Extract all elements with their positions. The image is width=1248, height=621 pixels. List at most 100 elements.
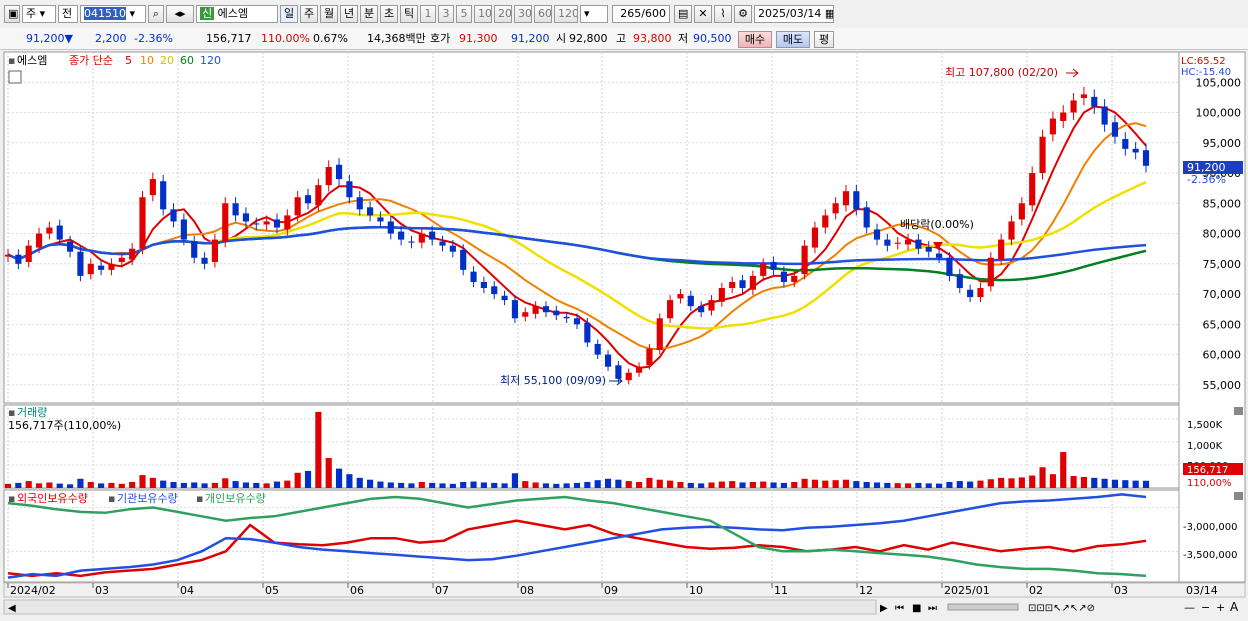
interval-30[interactable]: 30 [514,5,532,23]
count-input[interactable]: 265/600 [612,5,670,23]
volume-bar [35,483,43,488]
zoom-in-icon[interactable]: A [1230,600,1239,614]
volume-bar [501,483,508,488]
table-toggle-icon[interactable] [8,70,22,84]
first-icon[interactable]: ⏮ [895,603,904,614]
lc-label: LC:65.52 [1181,56,1226,67]
gear-icon[interactable]: ⚙ [734,5,752,23]
avg-button[interactable]: 평 [814,31,834,48]
volume-panel [3,404,1180,489]
candle-body [304,195,312,204]
candle-body [739,280,746,289]
legend-ma10: 10 [140,54,154,67]
candle-body [418,233,425,243]
buy-button[interactable]: 매수 [738,31,772,48]
candle-body [46,227,53,234]
candle-body [398,231,405,240]
crosshair-icon[interactable]: ✕ [694,5,712,23]
candle-body [729,281,736,289]
chart-icon[interactable]: ⌇ [714,5,732,23]
interval-10[interactable]: 10 [474,5,492,23]
indicator-icon[interactable]: ▤ [674,5,692,23]
interval-3[interactable]: 3 [438,5,454,23]
sell-button[interactable]: 매도 [776,31,810,48]
candle-body [118,257,125,262]
interval-custom-select[interactable]: ▾ [580,5,608,23]
price-group: 91,200▼ [26,31,73,47]
price-panel [3,51,1180,404]
volume-bar [946,482,953,488]
minus-icon[interactable]: − [1201,601,1210,614]
volume-bar [1049,474,1056,488]
legend-individual: 개인보유수량 [205,492,266,505]
date-input[interactable]: 2025/03/14 ▦ [754,5,834,23]
period-minute[interactable]: 분 [360,5,378,23]
price-tick-label: 70,000 [1203,288,1242,301]
volume-bar [656,479,663,488]
volume-bar [708,482,715,488]
volume-bar [863,482,870,488]
volume-bar [729,481,736,488]
interval-60[interactable]: 60 [534,5,552,23]
window-menu-icon[interactable]: ▣ [4,5,20,23]
holdings-panel-close-icon[interactable] [1234,492,1243,500]
zoom-slider[interactable] [947,603,1019,611]
open-label: 시 [556,32,567,45]
search-icon[interactable]: ⌕ [148,5,164,23]
volume-bar [791,482,798,488]
period-second[interactable]: 초 [380,5,398,23]
volume-bar [480,482,487,488]
quote-turnover: 0.67% [313,32,348,45]
candle-body [1008,221,1015,240]
quote-bid: 91,200 [511,32,550,45]
code-input[interactable]: 041510 ▾ [80,5,146,23]
period-month[interactable]: 월 [320,5,338,23]
price-tick-label: 80,000 [1203,228,1242,241]
candle-body [967,289,974,298]
scroll-left-icon[interactable]: ◀ [8,603,16,614]
candle-body [573,318,581,325]
interval-5[interactable]: 5 [456,5,472,23]
interval-1[interactable]: 1 [420,5,436,23]
tool-icons[interactable]: ⊡⊡⊡↖↗↖↗⊘ [1028,603,1095,614]
volume-panel-close-icon[interactable] [1234,407,1243,415]
candle-body [491,286,498,295]
volume-tick-1500k: 1,500K [1187,420,1223,431]
volume-bar [1080,476,1088,488]
scrollbar-track[interactable] [3,599,877,615]
legend-ma5: 5 [125,54,132,67]
period-week[interactable]: 주 [300,5,318,23]
volume-bar [263,483,270,488]
volume-bar [853,481,860,488]
market-select[interactable]: 주 ▾ [22,5,56,23]
volume-bar [294,472,301,488]
holdings-legend-icon-2: ▪ [108,492,115,505]
candle-body [718,288,725,302]
candle-body [242,213,250,222]
candle-body [832,203,839,214]
plus-small-icon[interactable]: + [1216,601,1225,614]
period-day[interactable]: 일 [280,5,298,23]
zoom-out-icon[interactable]: — [1184,601,1195,614]
period-year[interactable]: 년 [340,5,358,23]
candle-body [635,366,643,373]
candle-body [1060,112,1067,121]
candle-body [511,300,519,319]
last-icon[interactable]: ⏭ [928,603,937,614]
scroll-right-icon[interactable]: ▶ [880,603,888,614]
sound-icon[interactable]: ◂▸ [166,5,194,23]
stock-chart[interactable]: 55,000 60,000 65,000 70,000 75,000 80,000 85,0… [0,50,1248,621]
view-select[interactable]: 전 [58,5,78,23]
interval-20[interactable]: 20 [494,5,512,23]
volume-bar [667,480,674,488]
interval-120[interactable]: 120 [554,5,578,23]
volume-bar [532,482,539,488]
volume-bar [211,482,218,488]
period-tick[interactable]: 틱 [400,5,418,23]
holdings-tick-3000000: -3,000,000 [1183,522,1238,533]
company-field[interactable]: 신 에스엠 [196,5,278,23]
volume-bar [315,411,322,488]
stop-icon[interactable]: ■ [912,603,921,614]
candle-body [1018,203,1025,220]
price-tick-label: 105,000 [1196,76,1242,89]
